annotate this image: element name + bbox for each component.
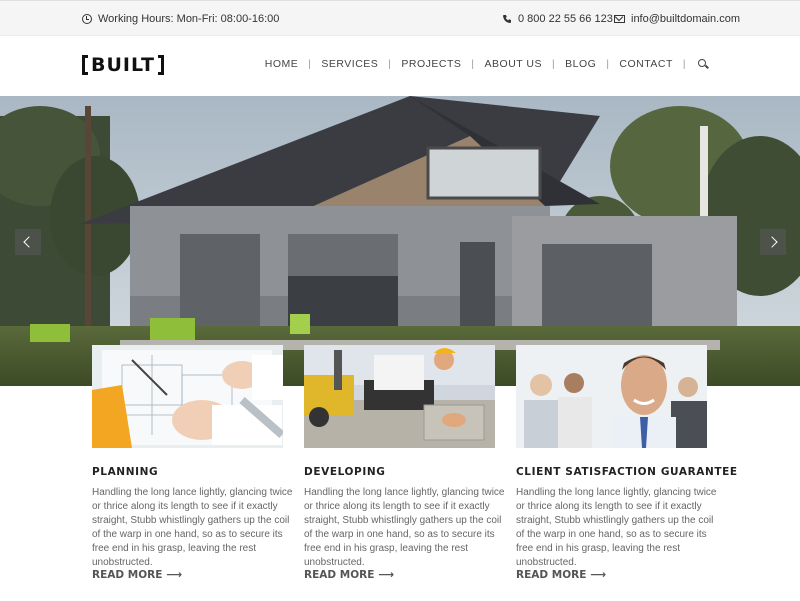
slider-next-button[interactable] [760, 229, 786, 255]
envelope-icon [614, 15, 625, 23]
client-satisfaction-image [516, 345, 707, 448]
hero-house-image [0, 96, 800, 386]
read-more-label[interactable]: READ MORE [304, 569, 374, 581]
card-title: PLANNING [92, 466, 159, 478]
nav-item-about-us[interactable]: ABOUT US [475, 58, 552, 70]
arrow-right-icon: ⟶ [590, 568, 607, 581]
logo-text: BUILT [91, 54, 155, 76]
main-nav: HOME | SERVICES | PROJECTS | ABOUT US | … [255, 58, 708, 70]
read-more-link[interactable]: READ MORE ⟶ [516, 568, 606, 581]
phone-number[interactable]: 0 800 22 55 66 123 [518, 13, 613, 25]
site-header: BUILT HOME | SERVICES | PROJECTS | ABOUT… [0, 36, 800, 96]
arrow-right-icon: ⟶ [378, 568, 395, 581]
slider-prev-button[interactable] [15, 229, 41, 255]
card-text: Handling the long lance lightly, glancin… [92, 487, 293, 568]
read-more-label[interactable]: READ MORE [516, 569, 586, 581]
nav-item-projects[interactable]: PROJECTS [391, 58, 471, 70]
email-contact[interactable]: info@builtdomain.com [614, 13, 740, 25]
nav-item-services[interactable]: SERVICES [311, 58, 388, 70]
nav-separator: | [682, 58, 686, 70]
top-bar: Working Hours: Mon-Fri: 08:00-16:00 0 80… [0, 0, 800, 36]
planning-image [92, 345, 283, 448]
feature-card-client-satisfaction: CLIENT SATISFACTION GUARANTEE Handling t… [516, 345, 737, 581]
card-text: Handling the long lance lightly, glancin… [516, 487, 717, 568]
phone-contact[interactable]: 0 800 22 55 66 123 [502, 13, 613, 25]
hero-slider [0, 96, 800, 386]
working-hours-text: Working Hours: Mon-Fri: 08:00-16:00 [98, 13, 280, 25]
clock-icon [82, 14, 92, 24]
card-title: DEVELOPING [304, 466, 386, 478]
feature-card-developing: DEVELOPING Handling the long lance light… [304, 345, 505, 581]
email-address[interactable]: info@builtdomain.com [631, 13, 740, 25]
site-logo[interactable]: BUILT [82, 54, 164, 76]
arrow-right-icon: ⟶ [166, 568, 183, 581]
read-more-label[interactable]: READ MORE [92, 569, 162, 581]
card-title: CLIENT SATISFACTION GUARANTEE [516, 466, 738, 478]
read-more-link[interactable]: READ MORE ⟶ [92, 568, 182, 581]
search-icon[interactable] [698, 59, 708, 69]
nav-item-home[interactable]: HOME [255, 58, 309, 70]
developing-image [304, 345, 495, 448]
nav-item-contact[interactable]: CONTACT [609, 58, 682, 70]
read-more-link[interactable]: READ MORE ⟶ [304, 568, 394, 581]
nav-item-blog[interactable]: BLOG [555, 58, 606, 70]
working-hours: Working Hours: Mon-Fri: 08:00-16:00 [82, 13, 279, 25]
logo-bracket-right [157, 55, 164, 75]
phone-icon [503, 15, 511, 23]
feature-card-planning: PLANNING Handling the long lance lightly… [92, 345, 293, 581]
card-text: Handling the long lance lightly, glancin… [304, 487, 505, 568]
